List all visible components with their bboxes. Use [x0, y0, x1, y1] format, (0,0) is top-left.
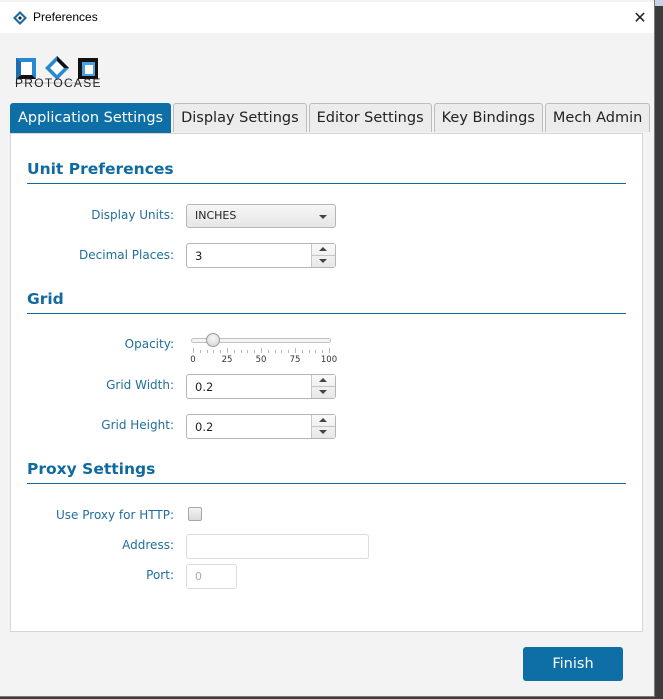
unit-preferences-heading: Unit Preferences: [27, 160, 174, 178]
spinner-buttons: [311, 244, 335, 267]
slider-minor-tick: [206, 350, 208, 353]
decrement-arrow-icon[interactable]: [312, 427, 335, 438]
slider-tick-label: 0: [190, 355, 196, 365]
slider-minor-tick: [322, 350, 324, 353]
slider-minor-tick: [267, 350, 269, 353]
protocase-logo-text: PROTOCASE: [15, 76, 102, 90]
slider-tick-label: 100: [320, 355, 338, 365]
slider-minor-tick: [247, 350, 249, 353]
protocase-app-icon: [13, 11, 27, 25]
finish-button[interactable]: Finish: [523, 647, 623, 681]
slider-major-tick: [329, 348, 330, 353]
decimal-places-spinner[interactable]: 3: [186, 243, 336, 268]
section-divider: [27, 183, 626, 184]
display-units-label: Display Units:: [91, 208, 174, 222]
section-divider: [27, 313, 626, 314]
grid-width-value: 0.2: [195, 380, 214, 394]
opacity-slider[interactable]: 0 25 50 75 100: [189, 333, 337, 369]
section-divider: [27, 483, 626, 484]
increment-arrow-icon[interactable]: [312, 415, 335, 427]
grid-height-value: 0.2: [195, 420, 214, 434]
window-title: Preferences: [33, 10, 98, 24]
port-input[interactable]: 0: [186, 564, 237, 589]
slider-minor-tick: [274, 350, 276, 353]
port-label: Port:: [146, 568, 174, 582]
chevron-down-icon: [319, 215, 327, 219]
display-units-value: INCHES: [195, 209, 237, 222]
slider-tick-label: 50: [255, 355, 267, 365]
grid-width-spinner[interactable]: 0.2: [186, 374, 336, 399]
slider-minor-tick: [240, 350, 242, 353]
close-button[interactable]: ✕: [628, 6, 652, 30]
preferences-dialog: Preferences ✕ PROTOCASE Application Sett…: [0, 0, 655, 697]
title-bar[interactable]: Preferences ✕: [0, 2, 654, 33]
tab-key-bindings[interactable]: Key Bindings: [433, 103, 543, 132]
slider-minor-tick: [213, 350, 215, 353]
increment-arrow-icon[interactable]: [312, 244, 335, 256]
slider-minor-tick: [281, 350, 283, 353]
decimal-places-label: Decimal Places:: [79, 248, 174, 262]
address-label: Address:: [122, 538, 174, 552]
slider-major-tick: [227, 348, 228, 353]
slider-tick-label: 75: [289, 355, 301, 365]
use-proxy-checkbox[interactable]: [188, 507, 202, 521]
slider-thumb[interactable]: [206, 333, 221, 347]
slider-minor-tick: [254, 350, 256, 353]
tab-editor-settings[interactable]: Editor Settings: [308, 103, 432, 132]
slider-minor-tick: [308, 350, 310, 353]
grid-width-label: Grid Width:: [106, 378, 174, 392]
slider-minor-tick: [199, 350, 201, 353]
grid-heading: Grid: [27, 290, 64, 308]
application-settings-panel: Unit Preferences Display Units: INCHES D…: [10, 133, 643, 632]
slider-major-tick: [193, 348, 194, 353]
display-units-dropdown[interactable]: INCHES: [186, 204, 336, 228]
grid-height-label: Grid Height:: [101, 418, 174, 432]
slider-minor-tick: [220, 350, 222, 353]
decrement-arrow-icon[interactable]: [312, 256, 335, 267]
slider-tick-label: 25: [221, 355, 233, 365]
slider-major-tick: [295, 348, 296, 353]
address-input[interactable]: [186, 534, 369, 559]
slider-minor-tick: [233, 350, 235, 353]
decimal-places-value: 3: [195, 249, 203, 263]
decrement-arrow-icon[interactable]: [312, 387, 335, 398]
spinner-buttons: [311, 375, 335, 398]
tab-application-settings[interactable]: Application Settings: [10, 103, 172, 133]
close-icon: ✕: [633, 8, 647, 27]
tab-display-settings[interactable]: Display Settings: [173, 103, 307, 132]
slider-major-tick: [261, 348, 262, 353]
increment-arrow-icon[interactable]: [312, 375, 335, 387]
opacity-label: Opacity:: [124, 337, 174, 351]
use-proxy-label: Use Proxy for HTTP:: [56, 508, 174, 522]
grid-height-spinner[interactable]: 0.2: [186, 414, 336, 439]
tab-bar: Application Settings Display Settings Ed…: [10, 103, 652, 133]
slider-minor-tick: [301, 350, 303, 353]
slider-minor-tick: [288, 350, 290, 353]
proxy-settings-heading: Proxy Settings: [27, 460, 156, 478]
spinner-buttons: [311, 415, 335, 438]
slider-minor-tick: [315, 350, 317, 353]
tab-mech-admin[interactable]: Mech Admin: [544, 103, 651, 132]
port-placeholder: 0: [195, 570, 202, 583]
